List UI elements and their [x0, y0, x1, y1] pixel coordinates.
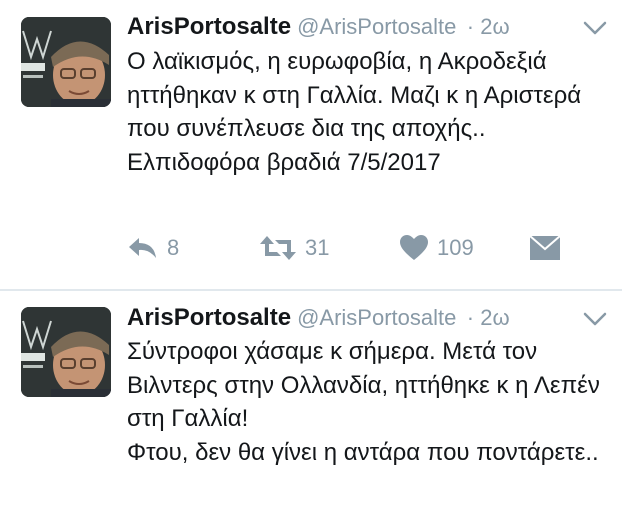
- tweet-timestamp[interactable]: · 2ω: [467, 305, 510, 330]
- like-button[interactable]: 109: [399, 228, 474, 268]
- tweet-header: ArisPortosalte @ArisPortosalte · 2ω: [127, 304, 510, 334]
- like-icon: [400, 235, 428, 260]
- direct-message-button[interactable]: [529, 228, 561, 268]
- avatar[interactable]: [21, 17, 111, 107]
- reply-icon: [129, 238, 156, 258]
- tweet-header: ArisPortosalte @ArisPortosalte · 2ω: [127, 13, 510, 43]
- user-display-name[interactable]: ArisPortosalte: [127, 304, 291, 331]
- retweet-icon: [260, 236, 296, 260]
- chevron-down-icon[interactable]: [582, 309, 608, 329]
- user-handle[interactable]: @ArisPortosalte: [297, 14, 456, 39]
- reply-count: 8: [167, 235, 180, 260]
- retweet-button[interactable]: 31: [259, 228, 329, 268]
- user-handle[interactable]: @ArisPortosalte: [297, 305, 456, 330]
- tweet-text: Ο λαϊκισμός, η ευρωφοβία, η Ακροδεξιά ητ…: [127, 48, 582, 176]
- user-display-name[interactable]: ArisPortosalte: [127, 13, 291, 40]
- chevron-down-icon[interactable]: [582, 18, 608, 38]
- avatar[interactable]: [21, 307, 111, 397]
- tweet[interactable]: ArisPortosalte @ArisPortosalte · 2ω Σύντρ…: [0, 291, 622, 511]
- tweet[interactable]: ArisPortosalte @ArisPortosalte · 2ω Ο λαϊ…: [0, 0, 622, 290]
- retweet-count: 31: [305, 235, 330, 260]
- tweet-timestamp[interactable]: · 2ω: [467, 14, 510, 39]
- like-count: 109: [437, 235, 474, 260]
- tweet-text: Σύντροφοι χάσαμε κ σήμερα. Μετά τον Βιλν…: [127, 338, 600, 466]
- direct-message-icon: [529, 235, 561, 260]
- reply-button[interactable]: 8: [127, 228, 179, 268]
- tweet-actions: 8 31 109: [127, 228, 587, 268]
